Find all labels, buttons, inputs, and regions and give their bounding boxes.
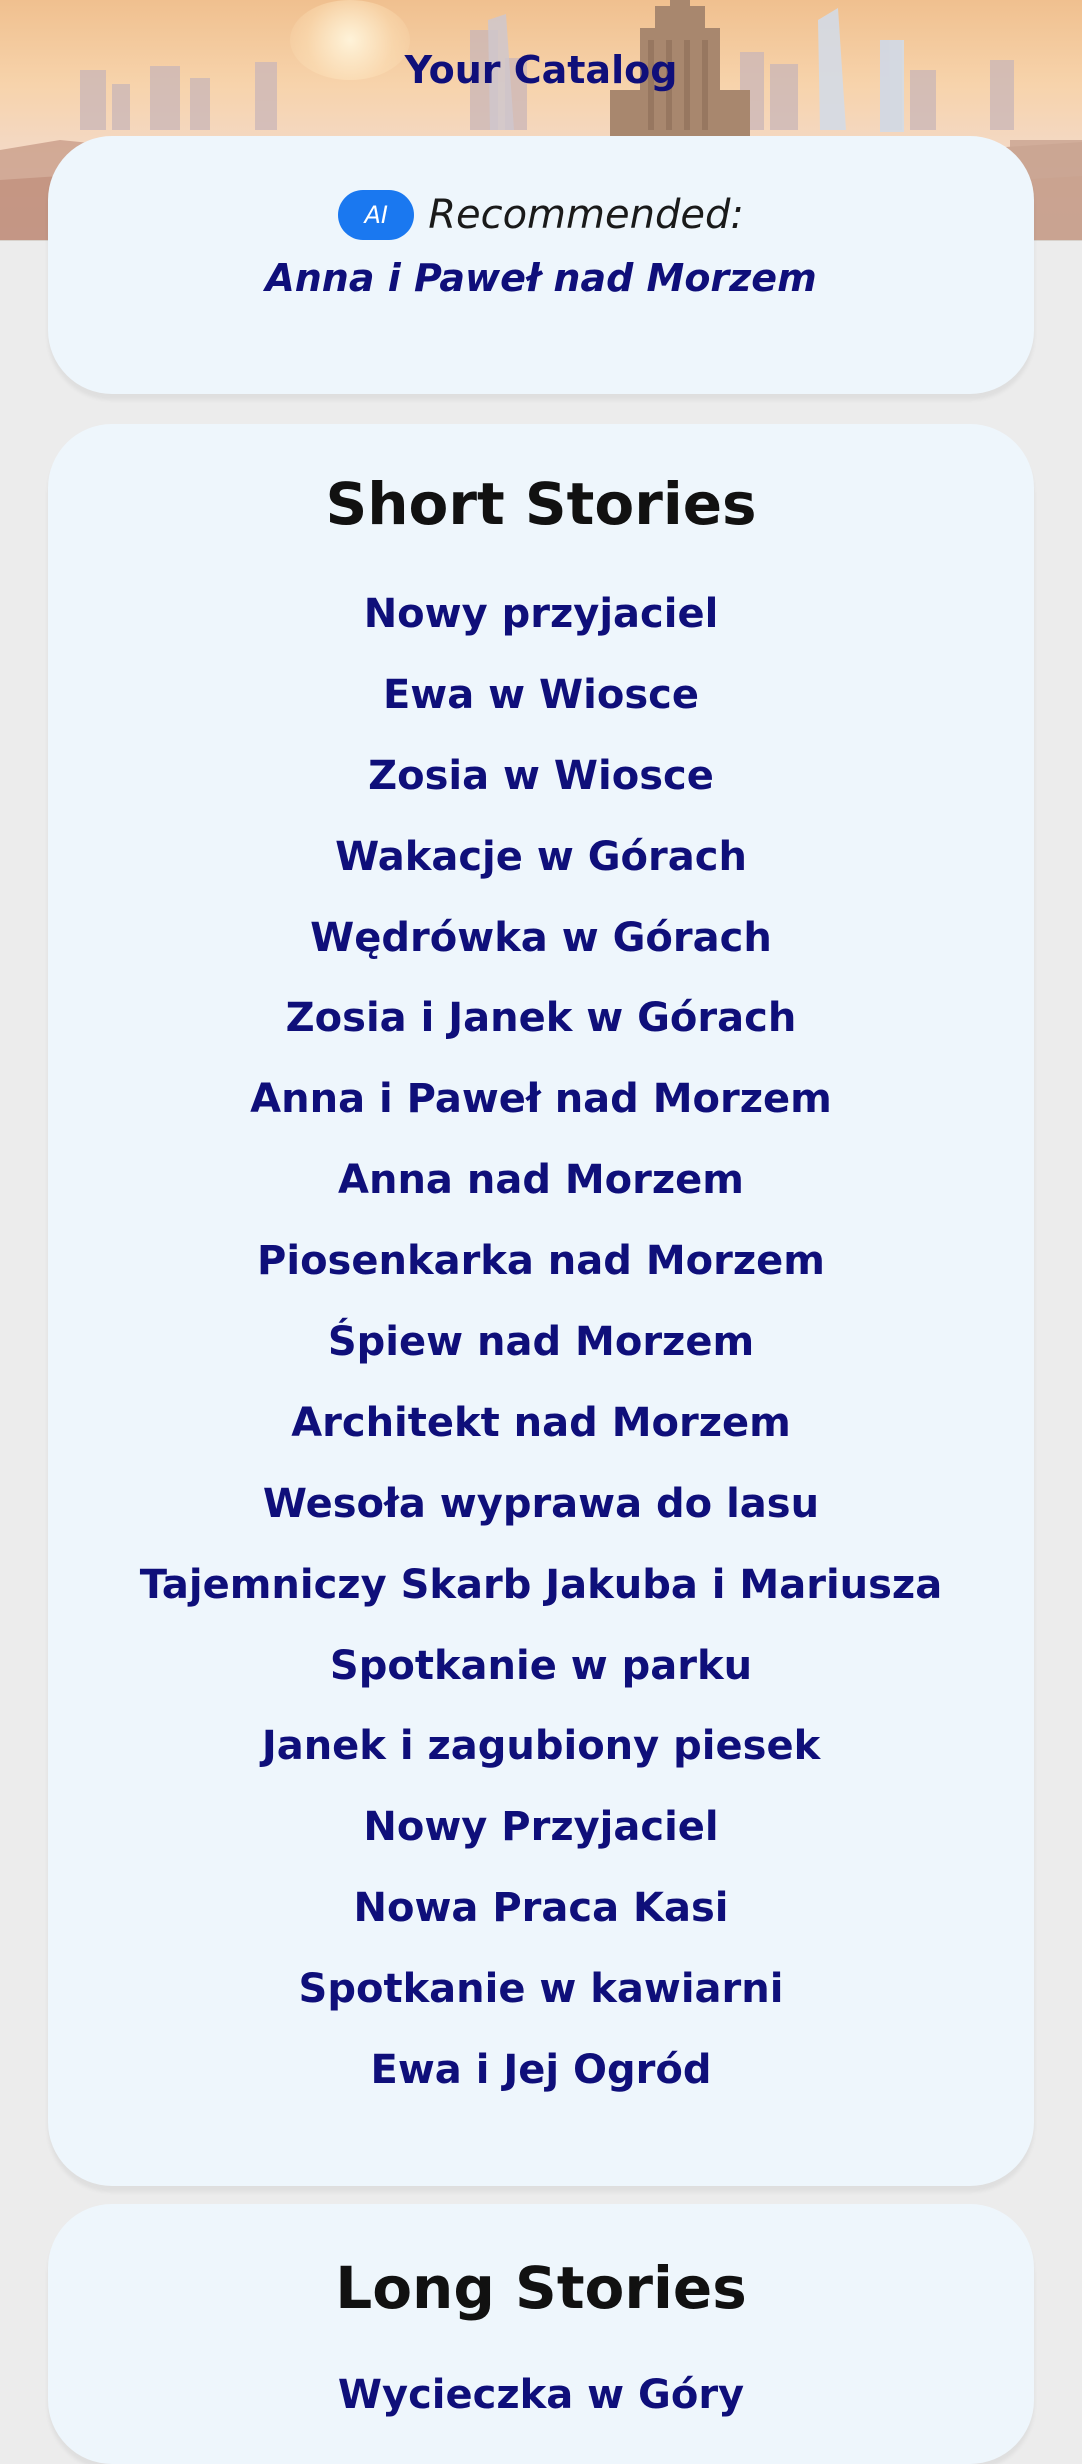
list-item: Śpiew nad Morzem: [48, 1320, 1034, 1401]
story-link[interactable]: Wycieczka w Góry: [48, 2372, 1034, 2418]
page-title: Your Catalog: [404, 48, 678, 92]
list-item: Nowa Praca Kasi: [48, 1886, 1034, 1967]
story-link[interactable]: Anna i Paweł nad Morzem: [250, 1077, 832, 1121]
long-stories-card: Long Stories Wycieczka w Góry: [48, 2204, 1034, 2464]
story-link[interactable]: Anna nad Morzem: [338, 1158, 744, 1202]
story-link[interactable]: Ewa w Wiosce: [383, 673, 699, 717]
short-stories-card: Short Stories Nowy przyjaciel Ewa w Wios…: [48, 424, 1034, 2186]
list-item: Tajemniczy Skarb Jakuba i Mariusza: [48, 1563, 1034, 1644]
story-link[interactable]: Zosia i Janek w Górach: [286, 996, 797, 1040]
list-item: Wędrówka w Górach: [48, 916, 1034, 997]
short-stories-list: Nowy przyjaciel Ewa w Wiosce Zosia w Wio…: [48, 592, 1034, 2129]
story-link[interactable]: Spotkanie w parku: [330, 1644, 752, 1688]
story-link[interactable]: Ewa i Jej Ogród: [371, 2048, 712, 2092]
story-link[interactable]: Tajemniczy Skarb Jakuba i Mariusza: [140, 1563, 942, 1607]
list-item: Spotkanie w parku: [48, 1644, 1034, 1725]
story-link[interactable]: Śpiew nad Morzem: [328, 1320, 754, 1364]
list-item: Anna i Paweł nad Morzem: [48, 1077, 1034, 1158]
story-link[interactable]: Janek i zagubiony piesek: [262, 1724, 820, 1768]
story-link[interactable]: Zosia w Wiosce: [368, 754, 714, 798]
list-item: Piosenkarka nad Morzem: [48, 1239, 1034, 1320]
story-link[interactable]: Wakacje w Górach: [335, 835, 747, 879]
list-item: Anna nad Morzem: [48, 1158, 1034, 1239]
story-link[interactable]: Wesoła wyprawa do lasu: [263, 1482, 819, 1526]
recommendation-label: Recommended:: [428, 192, 744, 238]
story-link[interactable]: Wędrówka w Górach: [310, 916, 772, 960]
story-link[interactable]: Spotkanie w kawiarni: [299, 1967, 784, 2011]
recommendation-label-row: AI Recommended:: [48, 190, 1034, 240]
list-item: Wesoła wyprawa do lasu: [48, 1482, 1034, 1563]
ai-badge: AI: [338, 190, 415, 240]
list-item: Architekt nad Morzem: [48, 1401, 1034, 1482]
list-item: Janek i zagubiony piesek: [48, 1724, 1034, 1805]
long-stories-heading: Long Stories: [335, 2254, 747, 2322]
list-item: Nowy Przyjaciel: [48, 1805, 1034, 1886]
recommended-story-link[interactable]: Anna i Paweł nad Morzem: [48, 256, 1034, 300]
list-item: Spotkanie w kawiarni: [48, 1967, 1034, 2048]
story-link[interactable]: Nowa Praca Kasi: [354, 1886, 729, 1930]
story-link[interactable]: Architekt nad Morzem: [291, 1401, 791, 1445]
list-item: Ewa i Jej Ogród: [48, 2048, 1034, 2129]
list-item: Wakacje w Górach: [48, 835, 1034, 916]
story-link[interactable]: Nowy Przyjaciel: [363, 1805, 718, 1849]
story-link[interactable]: Piosenkarka nad Morzem: [257, 1239, 825, 1283]
list-item: Zosia w Wiosce: [48, 754, 1034, 835]
recommendation-card: AI Recommended: Anna i Paweł nad Morzem: [48, 136, 1034, 394]
short-stories-heading: Short Stories: [325, 470, 757, 538]
story-link[interactable]: Nowy przyjaciel: [364, 592, 719, 636]
list-item: Nowy przyjaciel: [48, 592, 1034, 673]
list-item: Zosia i Janek w Górach: [48, 996, 1034, 1077]
list-item: Ewa w Wiosce: [48, 673, 1034, 754]
